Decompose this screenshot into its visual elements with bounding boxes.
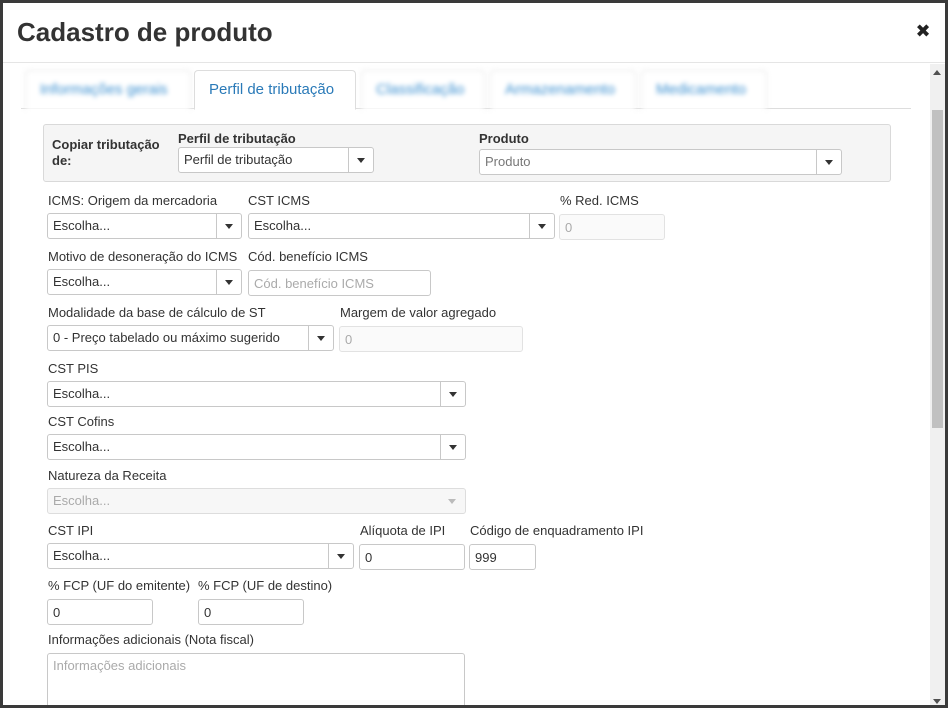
copy-profile-value: Perfil de tributação xyxy=(184,152,293,167)
red-icms-label: % Red. ICMS xyxy=(560,193,639,208)
copy-product-select[interactable]: Produto xyxy=(479,149,842,175)
enquadramento-ipi-input[interactable] xyxy=(469,544,536,570)
cst-pis-value: Escolha... xyxy=(53,386,111,401)
close-icon[interactable]: ✖ xyxy=(915,21,931,41)
tab-informacoes-gerais[interactable]: Informações gerais xyxy=(25,70,191,110)
cst-icms-value: Escolha... xyxy=(254,218,312,233)
cst-ipi-value: Escolha... xyxy=(53,548,111,563)
tab-classificacao[interactable]: Classificação xyxy=(361,70,485,110)
copy-profile-label: Perfil de tributação xyxy=(178,131,296,146)
motivo-desoneracao-label: Motivo de desoneração do ICMS xyxy=(48,249,238,264)
modal-header: Cadastro de produto ✖ xyxy=(3,3,945,63)
cst-pis-label: CST PIS xyxy=(48,361,99,376)
chevron-down-icon xyxy=(348,148,373,172)
modalidade-st-select[interactable]: 0 - Preço tabelado ou máximo sugerido xyxy=(47,325,334,351)
scroll-thumb[interactable] xyxy=(932,110,943,428)
tab-bar: Informações gerais Perfil de tributação … xyxy=(21,67,911,110)
chevron-down-icon xyxy=(816,150,841,174)
fcp-emitente-label: % FCP (UF do emitente) xyxy=(48,578,191,593)
fcp-emitente-input[interactable] xyxy=(47,599,153,625)
cst-cofins-label: CST Cofins xyxy=(48,414,115,429)
scroll-up-icon[interactable] xyxy=(933,70,941,75)
natureza-receita-value: Escolha... xyxy=(53,493,111,508)
info-adicionais-textarea[interactable] xyxy=(47,653,465,705)
icms-origem-value: Escolha... xyxy=(53,218,111,233)
chevron-down-icon xyxy=(440,489,465,513)
copy-tax-panel: Copiar tributação de: Perfil de tributaç… xyxy=(43,124,891,182)
motivo-desoneracao-select[interactable]: Escolha... xyxy=(47,269,242,295)
fcp-destino-label: % FCP (UF de destino) xyxy=(198,578,333,593)
modalidade-st-value: 0 - Preço tabelado ou máximo sugerido xyxy=(53,330,280,345)
copy-product-label: Produto xyxy=(479,131,529,146)
product-register-modal: Cadastro de produto ✖ Informações gerais… xyxy=(0,0,948,708)
chevron-down-icon xyxy=(328,544,353,568)
tab-medicamento[interactable]: Medicamento xyxy=(641,70,767,110)
aliquota-ipi-input[interactable] xyxy=(359,544,465,570)
tab-armazenamento[interactable]: Armazenamento xyxy=(490,70,636,110)
motivo-desoneracao-value: Escolha... xyxy=(53,274,111,289)
scroll-down-icon[interactable] xyxy=(933,699,941,704)
chevron-down-icon xyxy=(529,214,554,238)
vertical-scrollbar[interactable] xyxy=(930,64,945,705)
cst-ipi-label: CST IPI xyxy=(48,523,94,538)
icms-origem-label: ICMS: Origem da mercadoria xyxy=(48,193,218,208)
chevron-down-icon xyxy=(308,326,333,350)
enquadramento-ipi-label: Código de enquadramento IPI xyxy=(470,523,644,538)
cst-icms-label: CST ICMS xyxy=(248,193,310,208)
chevron-down-icon xyxy=(216,270,241,294)
modal-body: Informações gerais Perfil de tributação … xyxy=(3,64,945,705)
margem-valor-input[interactable] xyxy=(339,326,523,352)
chevron-down-icon xyxy=(440,435,465,459)
cst-pis-select[interactable]: Escolha... xyxy=(47,381,466,407)
tab-perfil-de-tributacao[interactable]: Perfil de tributação xyxy=(194,70,356,110)
margem-valor-label: Margem de valor agregado xyxy=(340,305,497,320)
cst-cofins-select[interactable]: Escolha... xyxy=(47,434,466,460)
copy-profile-select[interactable]: Perfil de tributação xyxy=(178,147,374,173)
beneficio-icms-label: Cód. benefício ICMS xyxy=(248,249,368,264)
copy-product-value: Produto xyxy=(485,154,531,169)
fcp-destino-input[interactable] xyxy=(198,599,304,625)
copy-label-line2: de: xyxy=(52,153,72,168)
aliquota-ipi-label: Alíquota de IPI xyxy=(360,523,446,538)
cst-icms-select[interactable]: Escolha... xyxy=(248,213,555,239)
modalidade-st-label: Modalidade da base de cálculo de ST xyxy=(48,305,266,320)
beneficio-icms-input[interactable] xyxy=(248,270,431,296)
info-adicionais-label: Informações adicionais (Nota fiscal) xyxy=(48,632,254,647)
cst-cofins-value: Escolha... xyxy=(53,439,111,454)
icms-origem-select[interactable]: Escolha... xyxy=(47,213,242,239)
red-icms-input[interactable] xyxy=(559,214,665,240)
modal-title: Cadastro de produto xyxy=(17,17,273,47)
chevron-down-icon xyxy=(216,214,241,238)
chevron-down-icon xyxy=(440,382,465,406)
natureza-receita-select[interactable]: Escolha... xyxy=(47,488,466,514)
cst-ipi-select[interactable]: Escolha... xyxy=(47,543,354,569)
copy-label-line1: Copiar tributação xyxy=(52,137,160,152)
natureza-receita-label: Natureza da Receita xyxy=(48,468,167,483)
